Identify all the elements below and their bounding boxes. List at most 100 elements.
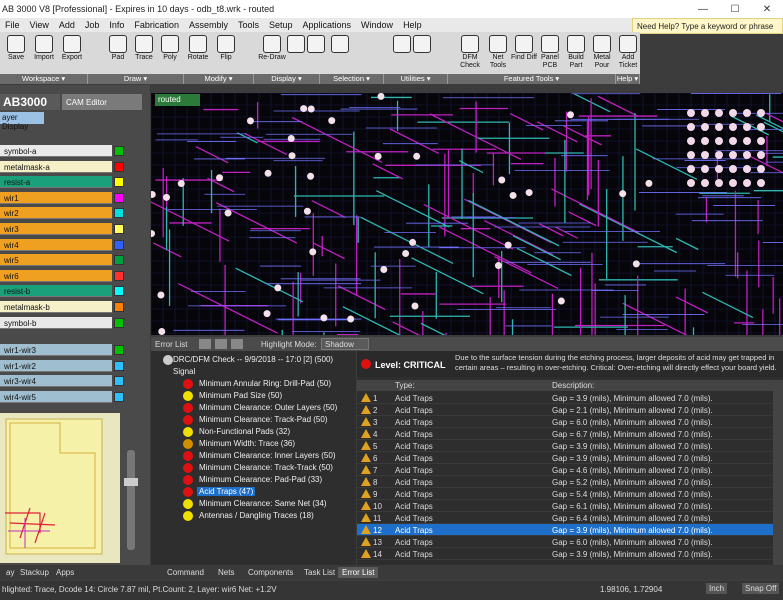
layer-row[interactable]: metalmask-b — [0, 301, 112, 313]
layer-color-swatch[interactable] — [114, 255, 124, 266]
tree-item[interactable]: Acid Traps (47) — [181, 486, 356, 498]
menu-job[interactable]: Job — [80, 18, 105, 32]
dfm-check-button[interactable]: DFM Check — [456, 33, 484, 73]
table-row[interactable]: 13 Acid Traps Gap = 6.0 (mils), Minimum al… — [357, 536, 783, 548]
table-row[interactable]: 2 Acid Traps Gap = 2.1 (mils), Minimum all… — [357, 404, 783, 416]
panel-pcb-button[interactable]: Panel PCB — [536, 33, 564, 73]
tab-stackup[interactable]: Stackup — [16, 567, 53, 578]
find-diff-button[interactable]: Find Diff — [510, 33, 538, 73]
tree-item[interactable]: Minimum Clearance: Pad-Pad (33) — [181, 474, 356, 486]
ribbon-group[interactable]: Workspace ▾ — [0, 74, 88, 84]
unit-toggle[interactable]: Inch — [706, 583, 728, 594]
table-row[interactable]: 9 Acid Traps Gap = 5.4 (mils), Minimum all… — [357, 488, 783, 500]
layer-row[interactable]: wir2 — [0, 207, 112, 220]
tree-item[interactable]: Minimum Clearance: Same Net (34) — [181, 498, 356, 510]
layer-row[interactable]: symbol-b — [0, 316, 112, 329]
net-tools-button[interactable]: Net Tools — [484, 33, 512, 73]
tree-item[interactable]: Minimum Clearance: Outer Layers (50) — [181, 402, 356, 414]
zoom-slider[interactable] — [122, 420, 140, 565]
poly-button[interactable]: Poly — [156, 33, 184, 73]
tab-error-list[interactable]: Error List — [338, 567, 379, 578]
menu-view[interactable]: View — [25, 18, 54, 32]
flip-button[interactable]: Flip — [212, 33, 240, 73]
layer-row[interactable]: metalmask-a — [0, 160, 112, 173]
close-button[interactable]: ✕ — [751, 0, 783, 18]
grid-icon[interactable] — [231, 339, 243, 349]
layer-row[interactable]: wir3 — [0, 223, 112, 235]
layer-color-swatch[interactable] — [114, 286, 124, 297]
layer-row[interactable]: wir5 — [0, 254, 112, 267]
table-row[interactable]: 4 Acid Traps Gap = 6.7 (mils), Minimum all… — [357, 428, 783, 440]
rotate-button[interactable]: Rotate — [184, 33, 212, 73]
tree-item[interactable]: Minimum Annular Ring: Drill-Pad (50) — [181, 378, 356, 390]
menu-window[interactable]: Window — [356, 18, 398, 32]
layer-color-swatch[interactable] — [114, 177, 124, 188]
layer-color-swatch[interactable] — [114, 345, 124, 356]
tab-components[interactable]: Components — [244, 567, 297, 578]
menu-add[interactable]: Add — [54, 18, 80, 32]
layer-row[interactable]: wir4-wir5 — [0, 391, 112, 403]
layer-color-swatch[interactable] — [114, 239, 124, 250]
layer-color-swatch[interactable] — [114, 208, 124, 219]
export-button[interactable]: Export — [58, 33, 86, 73]
ribbon-group[interactable]: Help ▾ — [616, 74, 640, 84]
menu-fabrication[interactable]: Fabrication — [129, 18, 184, 32]
table-row[interactable]: 5 Acid Traps Gap = 3.9 (mils), Minimum all… — [357, 440, 783, 452]
tab-task-list[interactable]: Task List — [300, 567, 339, 578]
layer-color-swatch[interactable] — [114, 146, 124, 156]
tree-item[interactable]: Minimum Clearance: Track-Track (50) — [181, 462, 356, 474]
minimize-button[interactable]: — — [687, 0, 719, 18]
tab-nets[interactable]: Nets — [214, 567, 238, 578]
zoom-slider-handle[interactable] — [124, 478, 138, 486]
menu-help[interactable]: Help — [398, 18, 427, 32]
layer-row[interactable]: resist-b — [0, 285, 112, 298]
build-part-button[interactable]: Build Part — [562, 33, 590, 73]
ribbon-group[interactable]: Utilities ▾ — [384, 74, 448, 84]
pcb-artwork[interactable] — [151, 93, 783, 335]
tree-item[interactable]: Minimum Clearance: Track-Pad (50) — [181, 414, 356, 426]
ribbon-group[interactable]: Draw ▾ — [88, 74, 184, 84]
export-icon[interactable] — [199, 339, 211, 349]
layer-color-swatch[interactable] — [114, 270, 124, 281]
ribbon-group[interactable]: Selection ▾ — [320, 74, 384, 84]
tree-item[interactable]: Minimum Width: Trace (36) — [181, 438, 356, 450]
menu-info[interactable]: Info — [104, 18, 129, 32]
layer-row[interactable]: wir1 — [0, 191, 112, 204]
grid-button[interactable] — [408, 33, 436, 73]
layer-row[interactable]: symbol-a — [0, 145, 112, 157]
select-button[interactable] — [326, 33, 354, 73]
highlight-mode-select[interactable]: Shadow — [321, 338, 369, 350]
table-row[interactable]: 3 Acid Traps Gap = 6.0 (mils), Minimum all… — [357, 416, 783, 428]
table-row[interactable]: 1 Acid Traps Gap = 3.9 (mils), Minimum all… — [357, 392, 783, 404]
table-row[interactable]: 14 Acid Traps Gap = 3.9 (mils), Minimum al… — [357, 548, 783, 560]
ribbon-group[interactable]: Display ▾ — [254, 74, 320, 84]
tree-item[interactable]: Non-Functional Pads (32) — [181, 426, 356, 438]
layer-color-swatch[interactable] — [114, 317, 124, 328]
menu-file[interactable]: File — [0, 18, 25, 32]
layer-color-swatch[interactable] — [114, 392, 124, 402]
table-row[interactable]: 12 Acid Traps Gap = 3.9 (mils), Minimum al… — [357, 524, 783, 536]
layer-row[interactable]: wir1-wir2 — [0, 359, 112, 372]
layer-color-swatch[interactable] — [114, 302, 124, 312]
menu-tools[interactable]: Tools — [233, 18, 264, 32]
layer-row[interactable]: wir3-wir4 — [0, 375, 112, 388]
details-scrollbar[interactable] — [773, 391, 783, 565]
tree-root[interactable]: DRC/DFM Check -- 9/9/2018 -- 17:0 [2] (5… — [173, 355, 333, 367]
table-row[interactable]: 6 Acid Traps Gap = 3.9 (mils), Minimum all… — [357, 452, 783, 464]
maximize-button[interactable]: ☐ — [719, 0, 751, 18]
menu-applications[interactable]: Applications — [298, 18, 357, 32]
pcb-canvas[interactable] — [151, 93, 783, 335]
save-button[interactable]: Save — [2, 33, 30, 73]
trace-button[interactable]: Trace — [130, 33, 158, 73]
tree-item[interactable]: Minimum Pad Size (50) — [181, 390, 356, 402]
import-button[interactable]: Import — [30, 33, 58, 73]
board-preview[interactable] — [0, 413, 120, 563]
layer-color-swatch[interactable] — [114, 360, 124, 371]
help-search-input[interactable]: Need Help? Type a keyword or phrase — [632, 18, 783, 34]
layer-row[interactable]: wir1-wir3 — [0, 344, 112, 357]
cam-editor-tab[interactable]: CAM Editor — [62, 94, 142, 110]
layer-row[interactable]: wir4 — [0, 238, 112, 251]
layer-row[interactable]: resist-a — [0, 176, 112, 189]
pad-button[interactable]: Pad — [104, 33, 132, 73]
tab-command[interactable]: Command — [163, 567, 208, 578]
